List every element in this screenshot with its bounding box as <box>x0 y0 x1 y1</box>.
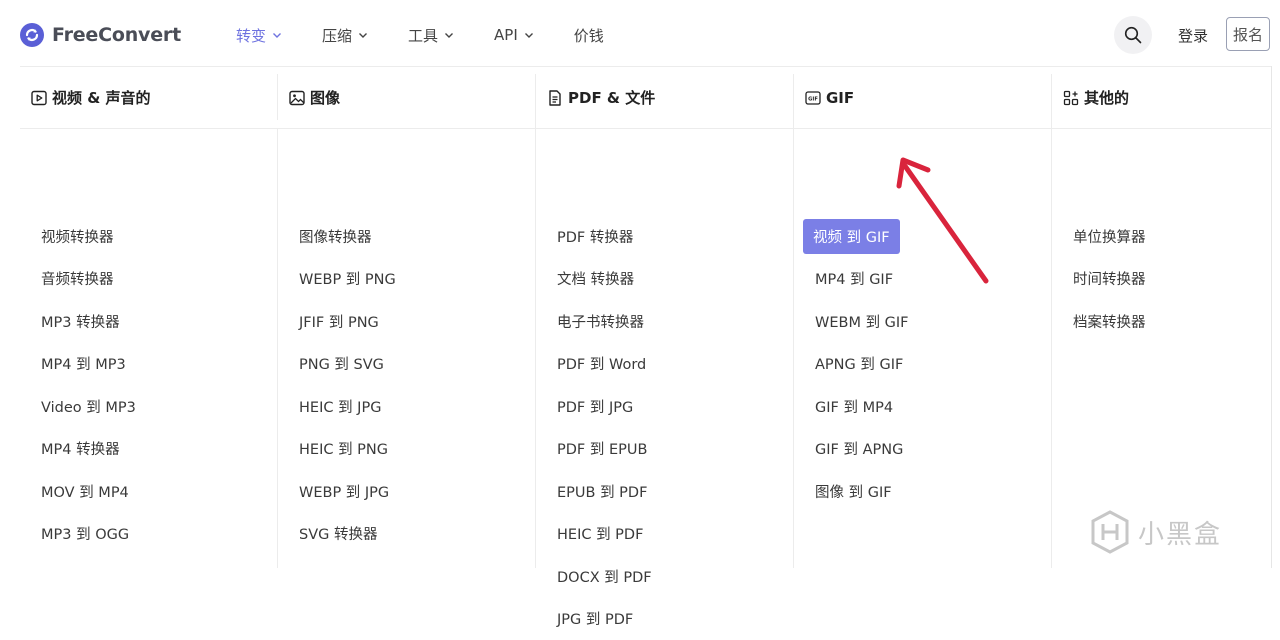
menu-tools-label: 工具 <box>408 25 438 46</box>
freeconvert-logo-icon <box>20 23 44 47</box>
top-navbar: FreeConvert 转变 压缩 工具 API 价钱 登录 报名 <box>0 0 1280 68</box>
column-divider <box>535 74 536 568</box>
list-item[interactable]: DOCX 到 PDF <box>555 555 654 598</box>
list-item[interactable]: MP4 到 GIF <box>813 258 911 301</box>
document-icon <box>547 90 563 106</box>
search-button[interactable] <box>1114 16 1152 54</box>
menu-tools[interactable]: 工具 <box>408 24 454 46</box>
list-item[interactable]: APNG 到 GIF <box>813 343 911 386</box>
menu-pricing[interactable]: 价钱 <box>574 24 604 46</box>
column-title: PDF & 文件 <box>547 67 655 128</box>
list-item[interactable]: PNG 到 SVG <box>297 343 398 386</box>
column-divider <box>277 74 278 120</box>
video-icon <box>31 90 47 106</box>
list-item[interactable]: 档案转换器 <box>1071 300 1148 343</box>
column-title: 其他的 <box>1063 67 1129 128</box>
list-item[interactable]: MP4 到 MP3 <box>39 343 138 386</box>
list-item[interactable]: PDF 到 JPG <box>555 385 654 428</box>
login-link[interactable]: 登录 <box>1178 25 1208 46</box>
list-item[interactable]: PDF 到 EPUB <box>555 428 654 471</box>
list-item[interactable]: SVG 转换器 <box>297 513 398 556</box>
search-icon <box>1124 26 1142 44</box>
list-item[interactable]: GIF 到 MP4 <box>813 385 911 428</box>
menu-compress-label: 压缩 <box>322 25 352 46</box>
list-item-highlighted[interactable]: 视频 到 GIF <box>813 215 911 258</box>
column-divider <box>1051 74 1052 568</box>
main-menu: 转变 压缩 工具 API 价钱 <box>236 24 644 46</box>
list-item[interactable]: MOV 到 MP4 <box>39 470 138 513</box>
list-item[interactable]: WEBM 到 GIF <box>813 300 911 343</box>
column-list: 单位换算器 时间转换器 档案转换器 <box>1071 215 1148 343</box>
list-item[interactable]: PDF 转换器 <box>555 215 654 258</box>
svg-text:GIF: GIF <box>808 96 818 102</box>
xiaoheihe-logo-icon <box>1090 510 1130 554</box>
panel-right-border <box>1271 66 1272 568</box>
list-item[interactable]: WEBP 到 JPG <box>297 470 398 513</box>
column-list: PDF 转换器 文档 转换器 电子书转换器 PDF 到 Word PDF 到 J… <box>555 215 654 640</box>
list-item[interactable]: 单位换算器 <box>1071 215 1148 258</box>
list-item[interactable]: 图像转换器 <box>297 215 398 258</box>
column-divider <box>277 128 278 568</box>
list-item[interactable]: 电子书转换器 <box>555 300 654 343</box>
watermark-text: 小黑盒 <box>1138 514 1222 551</box>
list-item[interactable]: JFIF 到 PNG <box>297 300 398 343</box>
column-others: 其他的 单位换算器 时间转换器 档案转换器 <box>1063 67 1263 568</box>
list-item[interactable]: 图像 到 GIF <box>813 470 911 513</box>
logo-text: FreeConvert <box>52 24 181 46</box>
column-title: 视频 & 声音的 <box>31 67 151 128</box>
column-list: 图像转换器 WEBP 到 PNG JFIF 到 PNG PNG 到 SVG HE… <box>297 215 398 555</box>
column-pdf-documents: PDF & 文件 PDF 转换器 文档 转换器 电子书转换器 PDF 到 Wor… <box>547 67 787 568</box>
signup-button[interactable]: 报名 <box>1226 17 1270 51</box>
menu-api[interactable]: API <box>494 24 534 46</box>
list-item[interactable]: 音频转换器 <box>39 258 138 301</box>
image-icon <box>289 90 305 106</box>
chevron-down-icon <box>444 30 454 40</box>
list-item[interactable]: MP3 转换器 <box>39 300 138 343</box>
chevron-down-icon <box>524 30 534 40</box>
gif-icon: GIF <box>805 90 821 106</box>
list-item[interactable]: GIF 到 APNG <box>813 428 911 471</box>
column-list: 视频转换器 音频转换器 MP3 转换器 MP4 到 MP3 Video 到 MP… <box>39 215 138 555</box>
list-item[interactable]: WEBP 到 PNG <box>297 258 398 301</box>
column-gif: GIF GIF 视频 到 GIF MP4 到 GIF WEBM 到 GIF AP… <box>805 67 1045 568</box>
list-item[interactable]: PDF 到 Word <box>555 343 654 386</box>
list-item[interactable]: HEIC 到 PNG <box>297 428 398 471</box>
list-item[interactable]: HEIC 到 PDF <box>555 513 654 556</box>
column-title: 图像 <box>289 67 340 128</box>
list-item[interactable]: JPG 到 PDF <box>555 598 654 640</box>
list-item[interactable]: EPUB 到 PDF <box>555 470 654 513</box>
logo[interactable]: FreeConvert <box>20 22 181 48</box>
menu-convert-label: 转变 <box>236 25 266 46</box>
list-item[interactable]: Video 到 MP3 <box>39 385 138 428</box>
column-divider <box>793 74 794 568</box>
list-item[interactable]: HEIC 到 JPG <box>297 385 398 428</box>
menu-api-label: API <box>494 26 518 44</box>
list-item[interactable]: MP4 转换器 <box>39 428 138 471</box>
column-title: GIF GIF <box>805 67 854 128</box>
list-item[interactable]: 视频转换器 <box>39 215 138 258</box>
menu-convert[interactable]: 转变 <box>236 24 282 46</box>
list-item[interactable]: 文档 转换器 <box>555 258 654 301</box>
list-item[interactable]: 时间转换器 <box>1071 258 1148 301</box>
menu-compress[interactable]: 压缩 <box>322 24 368 46</box>
column-video-audio: 视频 & 声音的 视频转换器 音频转换器 MP3 转换器 MP4 到 MP3 V… <box>31 67 271 568</box>
list-item[interactable]: MP3 到 OGG <box>39 513 138 556</box>
chevron-down-icon <box>272 30 282 40</box>
menu-pricing-label: 价钱 <box>574 25 604 46</box>
column-list: 视频 到 GIF MP4 到 GIF WEBM 到 GIF APNG 到 GIF… <box>813 215 911 513</box>
grid-plus-icon <box>1063 90 1079 106</box>
watermark: 小黑盒 <box>1090 510 1222 554</box>
column-image: 图像 图像转换器 WEBP 到 PNG JFIF 到 PNG PNG 到 SVG… <box>289 67 529 568</box>
chevron-down-icon <box>358 30 368 40</box>
